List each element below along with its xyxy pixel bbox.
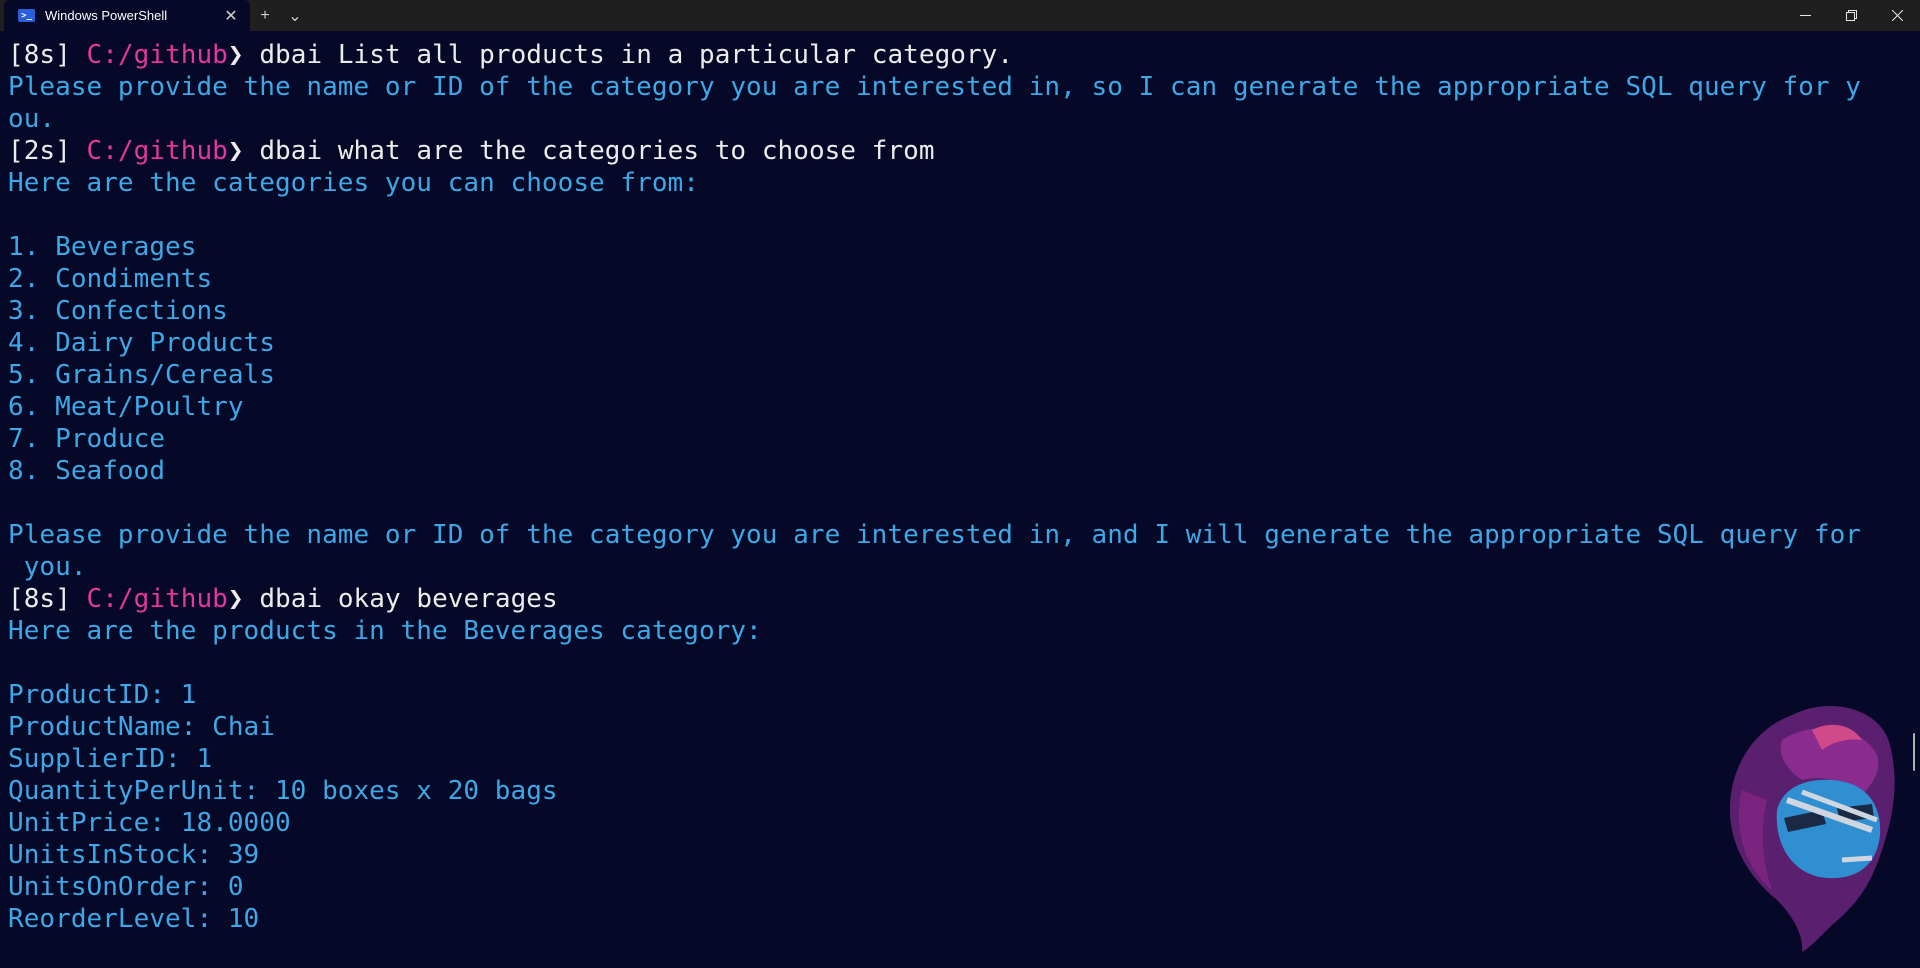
output-line: ProductID: 1: [8, 680, 197, 710]
output-line: QuantityPerUnit: 10 boxes x 20 bags: [8, 776, 558, 806]
prompt-chevron-icon: ❯: [227, 584, 244, 614]
command-text: dbai List all products in a particular c…: [259, 40, 1014, 70]
command-text: dbai what are the categories to choose f…: [259, 136, 935, 166]
output-line: you.: [8, 552, 87, 582]
prompt-line: [8s] C:/github❯ dbai okay beverages: [8, 583, 1912, 615]
output-line: Here are the products in the Beverages c…: [8, 616, 762, 646]
output-line: Please provide the name or ID of the cat…: [8, 520, 1861, 550]
output-line: 2. Condiments: [8, 264, 213, 294]
output-line: Please provide the name or ID of the cat…: [8, 72, 1861, 102]
scrollbar-thumb[interactable]: [1913, 733, 1915, 771]
terminal-output[interactable]: [8s] C:/github❯ dbai List all products i…: [8, 39, 1912, 935]
output-line: ProductName: Chai: [8, 712, 275, 742]
output-line: UnitsInStock: 39: [8, 840, 260, 870]
tab-windows-powershell[interactable]: >_ Windows PowerShell ✕: [4, 0, 250, 31]
output-line: 4. Dairy Products: [8, 328, 275, 358]
minimize-icon: [1799, 15, 1811, 16]
prompt-duration: [8s]: [8, 40, 71, 70]
title-bar-drag-area[interactable]: [310, 0, 1782, 31]
prompt-duration: [8s]: [8, 584, 71, 614]
prompt-path: C:/github: [86, 40, 228, 70]
powershell-icon: >_: [18, 9, 35, 22]
output-line: SupplierID: 1: [8, 744, 213, 774]
prompt-duration: [2s]: [8, 136, 71, 166]
output-line: Here are the categories you can choose f…: [8, 168, 699, 198]
output-line: 8. Seafood: [8, 456, 166, 486]
output-line: 7. Produce: [8, 424, 166, 454]
output-line: UnitsOnOrder: 0: [8, 872, 244, 902]
minimize-button[interactable]: [1782, 0, 1828, 31]
close-window-button[interactable]: [1874, 0, 1920, 31]
restore-button[interactable]: [1828, 0, 1874, 31]
prompt-path: C:/github: [86, 136, 228, 166]
prompt-chevron-icon: ❯: [227, 40, 244, 70]
terminal-mascot-logo: [1729, 706, 1895, 952]
prompt-line: [8s] C:/github❯ dbai List all products i…: [8, 39, 1912, 71]
new-tab-button[interactable]: +: [250, 0, 280, 31]
tab-title: Windows PowerShell: [45, 8, 168, 23]
output-line: 5. Grains/Cereals: [8, 360, 275, 390]
command-text: dbai okay beverages: [259, 584, 558, 614]
title-bar: >_ Windows PowerShell ✕ + ⌄: [0, 0, 1920, 31]
chevron-down-icon[interactable]: ⌄: [280, 0, 310, 31]
prompt-path: C:/github: [86, 584, 228, 614]
close-tab-icon[interactable]: ✕: [222, 6, 240, 26]
output-line: ReorderLevel: 10: [8, 904, 260, 934]
output-line: ou.: [8, 104, 56, 134]
output-line: 1. Beverages: [8, 232, 197, 262]
output-line: 3. Confections: [8, 296, 228, 326]
prompt-chevron-icon: ❯: [227, 136, 244, 166]
prompt-line: [2s] C:/github❯ dbai what are the catego…: [8, 135, 1912, 167]
restore-icon: [1845, 10, 1857, 21]
output-line: 6. Meat/Poultry: [8, 392, 244, 422]
output-line: UnitPrice: 18.0000: [8, 808, 291, 838]
close-icon: [1891, 10, 1903, 21]
